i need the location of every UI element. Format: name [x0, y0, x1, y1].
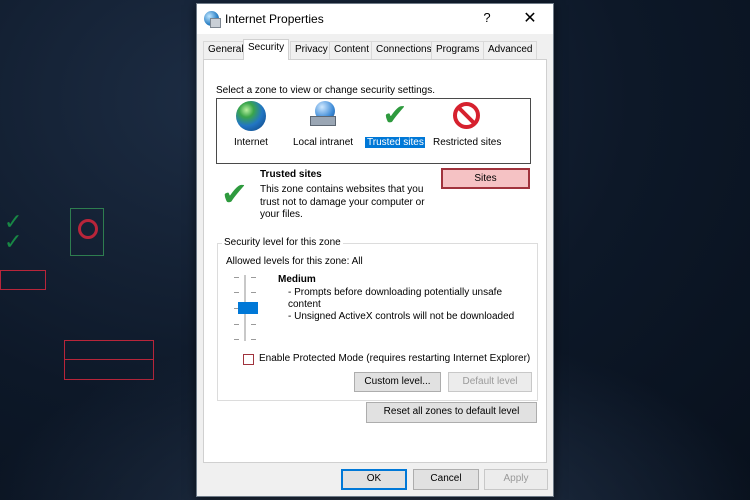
- tab-privacy[interactable]: Privacy: [290, 41, 333, 59]
- zone-trusted-sites[interactable]: ✔ Trusted sites: [365, 101, 425, 148]
- tab-security[interactable]: Security: [243, 39, 290, 60]
- security-level-name: Medium: [278, 274, 316, 285]
- desktop-ghost-highlight: [0, 270, 46, 290]
- desktop-ghost-no-entry-icon: [70, 208, 104, 256]
- zone-label: Internet: [234, 137, 268, 148]
- zone-label: Local intranet: [293, 137, 354, 148]
- internet-properties-dialog: Internet Properties ? ✕ General Security…: [196, 3, 554, 497]
- ok-button[interactable]: OK: [341, 469, 407, 490]
- window-title: Internet Properties: [225, 12, 324, 26]
- close-button[interactable]: ✕: [515, 8, 545, 30]
- globe-icon: [236, 101, 266, 131]
- zone-label: Trusted sites: [365, 137, 425, 148]
- selected-zone-description: This zone contains websites that you tru…: [260, 184, 425, 220]
- title-bar[interactable]: Internet Properties ? ✕: [197, 4, 553, 34]
- allowed-levels-text: Allowed levels for this zone: All: [226, 256, 363, 267]
- security-level-description: - Prompts before downloading potentially…: [288, 287, 528, 323]
- zone-prompt: Select a zone to view or change security…: [216, 85, 436, 96]
- zone-label: Restricted sites: [433, 137, 502, 148]
- custom-level-button[interactable]: Custom level...: [354, 372, 441, 392]
- no-entry-icon: [451, 101, 481, 131]
- tab-connections[interactable]: Connections: [371, 41, 437, 59]
- cancel-button[interactable]: Cancel: [413, 469, 479, 490]
- security-level-legend: Security level for this zone: [222, 237, 343, 248]
- zone-local-intranet[interactable]: Local intranet: [291, 101, 355, 148]
- zone-list: Internet Local intranet ✔ Trusted sites …: [216, 98, 531, 164]
- zone-restricted-sites[interactable]: Restricted sites: [431, 101, 501, 148]
- tab-programs[interactable]: Programs: [431, 41, 485, 59]
- selected-zone-title: Trusted sites: [260, 169, 322, 180]
- reset-all-zones-button[interactable]: Reset all zones to default level: [366, 402, 537, 423]
- protected-mode-label[interactable]: Enable Protected Mode (requires restarti…: [259, 353, 530, 364]
- zone-internet[interactable]: Internet: [231, 101, 271, 148]
- trusted-sites-checkmark-icon: ✔: [221, 176, 248, 212]
- level-bullet: - Prompts before downloading potentially…: [288, 287, 503, 310]
- protected-mode-checkbox[interactable]: [243, 354, 254, 365]
- intranet-icon: [308, 101, 338, 131]
- default-level-button[interactable]: Default level: [448, 372, 532, 392]
- internet-options-icon: [204, 11, 221, 28]
- sites-button[interactable]: Sites: [441, 168, 530, 189]
- security-level-slider-thumb[interactable]: [238, 302, 258, 314]
- level-bullet: - Unsigned ActiveX controls will not be …: [288, 311, 515, 322]
- help-button[interactable]: ?: [472, 10, 502, 28]
- desktop-ghost-checkmark: ✓ ✓: [4, 209, 23, 254]
- apply-button[interactable]: Apply: [484, 469, 548, 490]
- tab-general[interactable]: General: [203, 41, 249, 59]
- checkmark-icon: ✔: [382, 99, 408, 132]
- security-tab-panel: Select a zone to view or change security…: [203, 59, 547, 463]
- tab-content[interactable]: Content: [329, 41, 375, 59]
- tab-advanced[interactable]: Advanced: [483, 41, 538, 59]
